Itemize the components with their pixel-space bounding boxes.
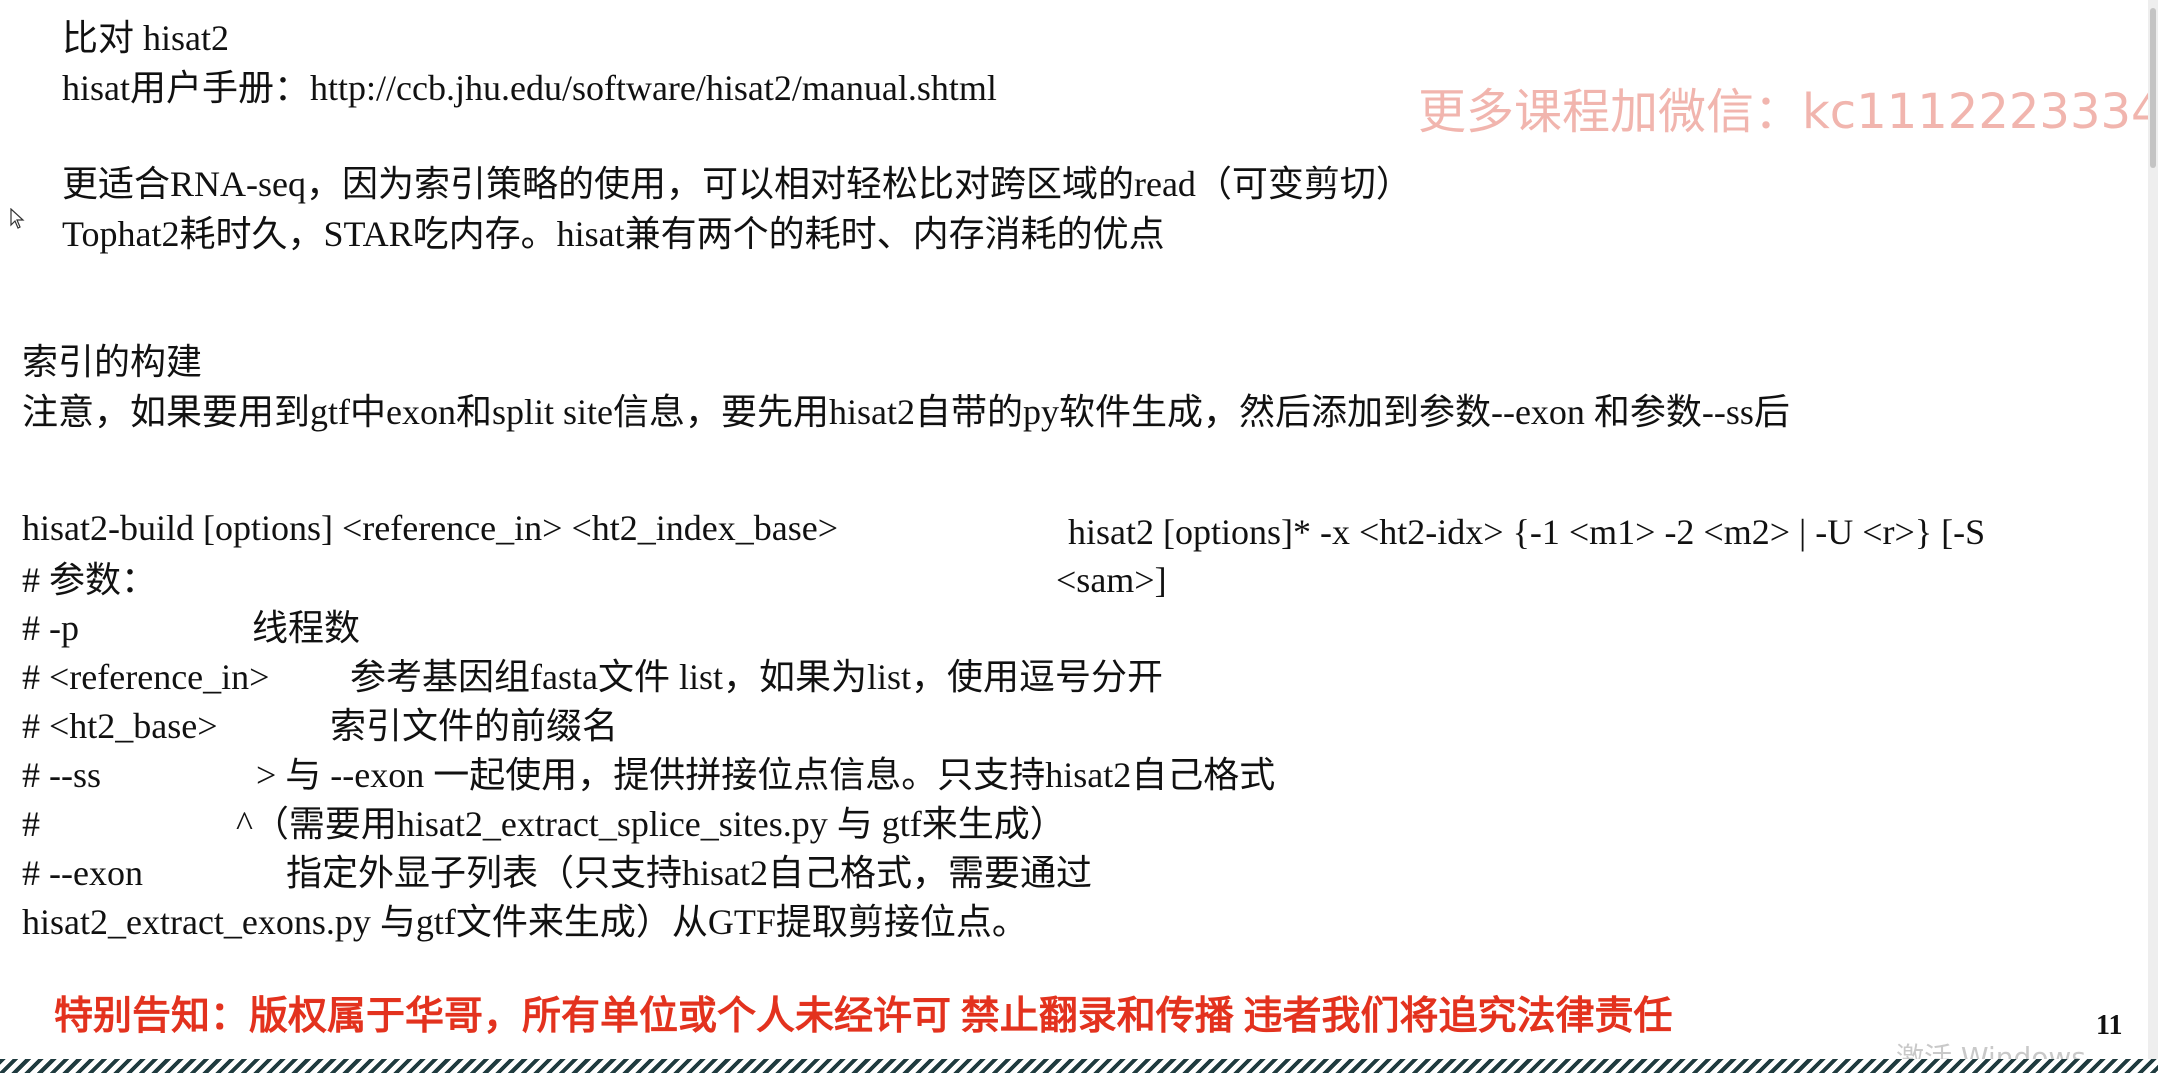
param-flag: # <ht2_base> xyxy=(22,706,218,746)
vertical-scrollbar[interactable] xyxy=(2148,0,2158,1059)
page-number: 11 xyxy=(2096,1010,2123,1041)
index-note: 注意，如果要用到gtf中exon和split site信息，要先用hisat2自… xyxy=(22,392,1790,432)
param-desc: 索引文件的前缀名 xyxy=(330,706,619,746)
watermark: 更多课程加微信：kc1112223334 xyxy=(1418,84,2158,140)
slide-title: 比对 hisat2 xyxy=(62,18,229,58)
align-command-line-1: hisat2 [options]* -x <ht2-idx> {-1 <m1> … xyxy=(1068,512,1986,552)
params-header: # 参数： xyxy=(22,560,158,600)
param-desc: ^（需要用hisat2_extract_splice_sites.py 与 gt… xyxy=(236,804,1066,844)
build-command: hisat2-build [options] <reference_in> <h… xyxy=(22,508,838,548)
param-flag: # --exon xyxy=(22,853,143,893)
copyright-notice: 特别告知：版权属于华哥，所有单位或个人未经许可 禁止翻录和传播 违者我们将追究法… xyxy=(54,995,1673,1038)
intro-line-1: 更适合RNA-seq，因为索引策略的使用，可以相对轻松比对跨区域的read（可变… xyxy=(62,164,1412,204)
align-command-line-2: <sam>] xyxy=(1056,560,1167,600)
scrollbar-thumb[interactable] xyxy=(2150,8,2156,168)
param-flag: # -p xyxy=(22,608,79,648)
param-desc: > 与 --exon 一起使用，提供拼接位点信息。只支持hisat2自己格式 xyxy=(256,755,1276,795)
slide-footer-stripe xyxy=(0,1059,2158,1073)
param-desc: 参考基因组fasta文件 list，如果为list，使用逗号分开 xyxy=(350,657,1163,697)
mouse-cursor-icon xyxy=(10,207,26,235)
param-flag: # <reference_in> xyxy=(22,657,270,697)
param-desc: 指定外显子列表（只支持hisat2自己格式，需要通过 xyxy=(286,853,1092,893)
param-desc: 线程数 xyxy=(252,608,361,648)
intro-line-2: Tophat2耗时久，STAR吃内存。hisat兼有两个的耗时、内存消耗的优点 xyxy=(62,214,1165,254)
manual-link-line: hisat用户手册：http://ccb.jhu.edu/software/hi… xyxy=(62,68,997,108)
index-heading: 索引的构建 xyxy=(22,342,203,382)
exon-continuation: hisat2_extract_exons.py 与gtf文件来生成）从GTF提取… xyxy=(22,902,1028,942)
param-flag: # --ss xyxy=(22,755,101,795)
param-flag: # xyxy=(22,804,40,844)
